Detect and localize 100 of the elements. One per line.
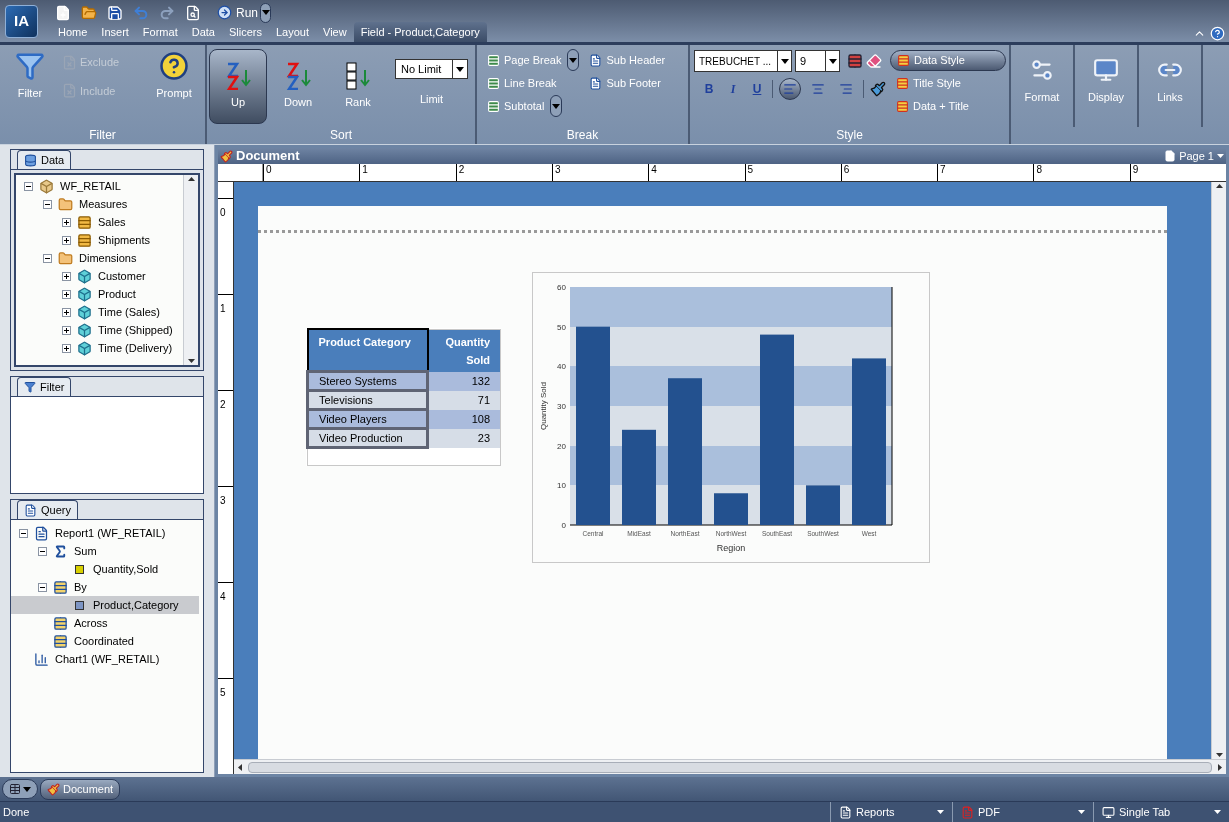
tree-item[interactable]: Chart1 (WF_RETAIL) — [55, 650, 160, 668]
tree-item[interactable]: Sales — [98, 213, 126, 231]
save-icon[interactable] — [107, 4, 123, 21]
prompt-button[interactable]: Prompt — [154, 51, 194, 126]
menu-tab[interactable]: Home — [51, 22, 95, 42]
underline-button[interactable]: U — [748, 80, 766, 98]
panel-tab[interactable]: Filter — [17, 377, 72, 396]
dropdown-arrow-icon[interactable] — [780, 58, 789, 64]
report-table[interactable]: Product Category Quantity Sold Stereo Systems 132 Televisions 71 Video Players 108 Video Production 23 — [306, 328, 502, 466]
tree-item[interactable]: Report1 (WF_RETAIL) — [55, 524, 166, 542]
collapse-icon[interactable] — [19, 528, 28, 538]
dropdown-arrow-icon[interactable] — [569, 57, 578, 63]
dropdown-button[interactable] — [567, 49, 580, 71]
tree-item[interactable]: Time (Shipped) — [98, 321, 173, 339]
expand-icon[interactable] — [62, 271, 71, 281]
dropdown-arrow-icon[interactable] — [552, 103, 561, 109]
italic-button[interactable]: I — [724, 80, 742, 98]
open-folder-icon[interactable] — [81, 4, 97, 21]
column-header[interactable]: Quantity Sold — [427, 329, 501, 372]
tree-item[interactable]: Across — [74, 614, 108, 632]
menu-tab[interactable]: Field - Product,Category — [353, 22, 487, 42]
help-icon[interactable] — [1210, 26, 1225, 41]
layout-menu-button[interactable] — [2, 779, 38, 799]
dropdown-arrow-icon[interactable] — [261, 10, 270, 15]
new-file-icon[interactable] — [55, 4, 71, 21]
section-button[interactable]: Sub Header — [589, 50, 666, 70]
sort-button[interactable]: Down — [269, 49, 327, 124]
menu-tab[interactable]: Format — [135, 22, 185, 42]
tree-item[interactable]: Product — [98, 285, 136, 303]
menu-tab[interactable]: Data — [184, 22, 222, 42]
panel-tab[interactable]: Data — [17, 150, 72, 169]
app-logo[interactable]: IA — [5, 5, 38, 38]
document-tab[interactable]: Document — [40, 778, 121, 800]
scrollbar[interactable] — [1211, 182, 1226, 759]
collapse-icon[interactable] — [38, 546, 47, 556]
status-dropdown[interactable]: PDF — [952, 802, 1093, 822]
break-button[interactable]: Subtotal — [487, 97, 545, 115]
menu-tab[interactable]: Layout — [268, 22, 316, 42]
tree-item[interactable]: By — [74, 578, 87, 596]
selected-tree-row[interactable]: Product,Category — [11, 596, 200, 614]
collapse-icon[interactable] — [38, 582, 47, 592]
tree-item[interactable]: Coordinated — [74, 632, 134, 650]
expand-icon[interactable] — [62, 289, 71, 299]
menu-tab[interactable]: View — [316, 22, 354, 42]
break-button[interactable]: Page Break — [487, 51, 562, 69]
tree-item[interactable]: Measures — [79, 195, 128, 213]
horizontal-scrollbar[interactable] — [234, 759, 1226, 774]
tree-item[interactable]: WF_RETAIL — [60, 177, 121, 195]
scrollbar[interactable] — [183, 175, 199, 365]
bold-button[interactable]: B — [700, 80, 718, 98]
collapse-icon[interactable] — [24, 181, 33, 191]
style-target-button[interactable]: Title Style — [890, 73, 1006, 94]
tree-item[interactable]: Dimensions — [79, 249, 137, 267]
tree-item[interactable]: Customer — [98, 267, 146, 285]
collapse-icon[interactable] — [43, 253, 52, 263]
print-preview-icon[interactable] — [185, 4, 201, 21]
sort-button[interactable]: Rank — [329, 49, 387, 124]
column-header[interactable]: Product Category — [307, 329, 428, 372]
menu-tab[interactable]: Insert — [94, 22, 136, 42]
sort-button[interactable]: Up — [209, 49, 267, 124]
filter-button[interactable]: Filter — [10, 51, 50, 126]
limit-dropdown[interactable]: No Limit — [395, 59, 468, 79]
style-target-button[interactable]: Data + Title — [890, 96, 1006, 117]
dropdown-button[interactable] — [550, 95, 563, 117]
scroll-down-icon[interactable] — [1215, 753, 1223, 757]
tree-item[interactable]: Time (Sales) — [98, 303, 160, 321]
scroll-right-icon[interactable] — [1218, 763, 1222, 771]
table-color-icon[interactable] — [847, 53, 863, 69]
ribbon-button[interactable]: Display — [1087, 57, 1125, 127]
tree-item[interactable]: Quantity,Sold — [93, 560, 159, 578]
status-dropdown[interactable]: Reports — [830, 802, 952, 822]
dropdown-arrow-icon[interactable] — [456, 66, 464, 72]
scroll-left-icon[interactable] — [238, 763, 243, 771]
panel-tab[interactable]: Query — [17, 500, 78, 519]
scroll-up-icon[interactable] — [187, 177, 195, 181]
scroll-thumb[interactable] — [248, 761, 1212, 773]
status-dropdown[interactable]: Single Tab — [1093, 802, 1229, 822]
ribbon-button[interactable]: Format — [1024, 57, 1060, 127]
style-target-button[interactable]: Data Style — [890, 50, 1006, 71]
tree-item[interactable]: Time (Delivery) — [98, 339, 173, 357]
eraser-icon[interactable] — [866, 53, 882, 69]
collapse-icon[interactable] — [43, 199, 52, 209]
tree-item[interactable]: Shipments — [98, 231, 150, 249]
expand-icon[interactable] — [62, 325, 71, 335]
run-button[interactable]: Run — [217, 3, 258, 22]
break-button[interactable]: Line Break — [487, 74, 557, 92]
dropdown-arrow-icon[interactable] — [828, 58, 837, 64]
font-dropdown[interactable]: TREBUCHET ... — [694, 50, 792, 72]
menu-tab[interactable]: Slicers — [221, 22, 269, 42]
scroll-down-icon[interactable] — [187, 359, 195, 363]
expand-icon[interactable] — [62, 217, 71, 227]
expand-icon[interactable] — [62, 307, 71, 317]
tree-item[interactable]: Product,Category — [93, 596, 179, 614]
tree-item[interactable]: Sum — [74, 542, 97, 560]
page-selector[interactable]: Page 1 — [1164, 147, 1224, 165]
run-menu-button[interactable] — [260, 2, 271, 23]
font-size-dropdown[interactable]: 9 — [795, 50, 840, 72]
expand-icon[interactable] — [62, 235, 71, 245]
scroll-up-icon[interactable] — [1215, 184, 1223, 188]
section-button[interactable]: Sub Footer — [589, 73, 666, 93]
